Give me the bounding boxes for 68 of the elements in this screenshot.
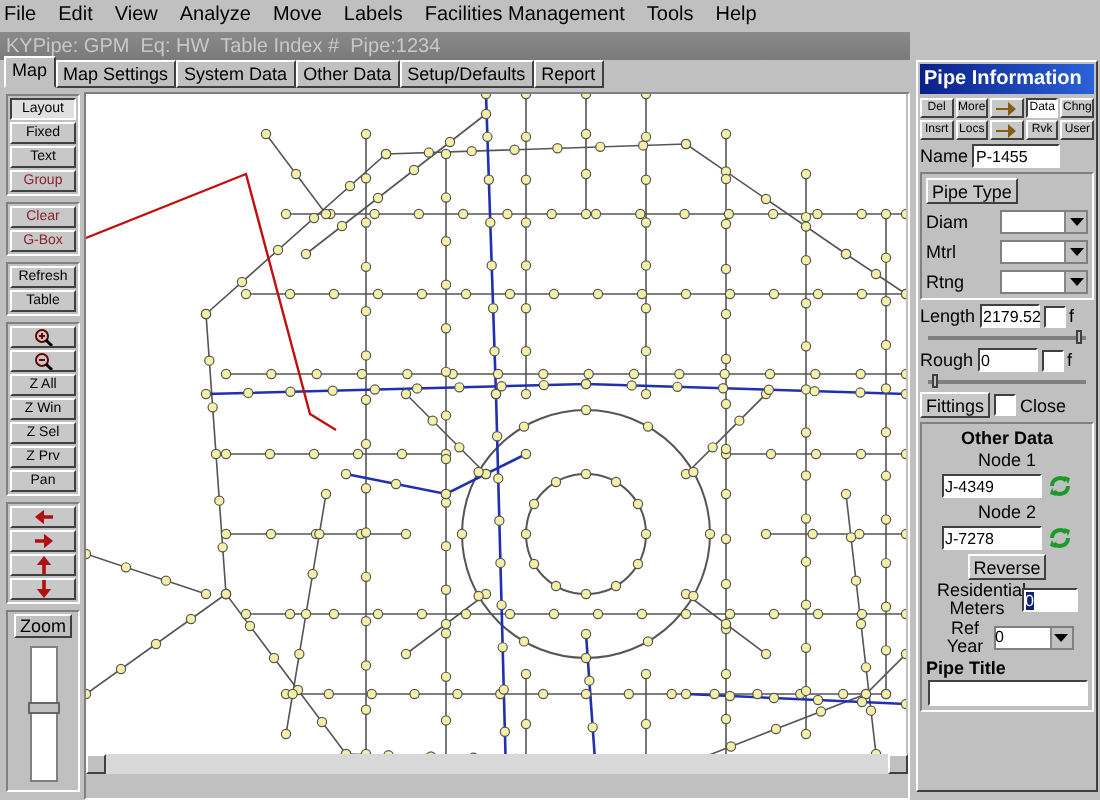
input-field[interactable]: 2179.52 xyxy=(979,304,1040,328)
toolbar-button[interactable] xyxy=(10,554,76,576)
tab[interactable]: Map xyxy=(4,56,56,88)
dropdown-field[interactable] xyxy=(1000,240,1088,264)
node-field[interactable]: J-4349 xyxy=(941,474,1041,498)
zoom-slider[interactable] xyxy=(29,646,57,782)
dropdown-arrow-icon xyxy=(1069,278,1083,286)
checkbox[interactable] xyxy=(994,394,1017,416)
window-title: KYPipe: GPM Eq: HW Table Index # Pipe:1234 xyxy=(0,32,910,60)
field-label: Rough xyxy=(920,350,974,370)
pipe-title-field[interactable] xyxy=(927,680,1087,706)
panel-button[interactable] xyxy=(990,98,1024,118)
ref-year-dropdown[interactable]: 0 xyxy=(993,626,1073,650)
horizontal-scrollbar[interactable] xyxy=(86,754,908,774)
toolbar-button[interactable] xyxy=(10,350,76,372)
menu-item[interactable]: Edit xyxy=(58,3,93,25)
toolbar-button[interactable] xyxy=(10,530,76,552)
node-label: Node 2 xyxy=(977,502,1037,522)
ref-year-label: Ref Year xyxy=(944,620,986,656)
unit-label: f xyxy=(1069,306,1075,326)
zoom-out-icon xyxy=(33,352,53,370)
checkbox[interactable] xyxy=(1043,305,1066,327)
dropdown-arrow-icon xyxy=(1069,218,1083,226)
menu-item[interactable]: View xyxy=(114,3,158,25)
slider-thumb[interactable] xyxy=(932,374,939,388)
panel-button[interactable] xyxy=(990,120,1024,140)
section-title: Other Data xyxy=(960,428,1053,448)
toolbar-button[interactable] xyxy=(10,506,76,528)
fittings-button[interactable]: Fittings xyxy=(920,392,991,418)
input-field[interactable]: 0 xyxy=(977,348,1038,372)
toolbar-button[interactable] xyxy=(10,578,76,600)
dropdown-label: Rtng xyxy=(926,272,965,292)
meters-field[interactable]: 0 xyxy=(1021,588,1077,612)
slider-thumb[interactable] xyxy=(1075,330,1082,344)
unit-label: f xyxy=(1067,350,1073,370)
dropdown-field[interactable] xyxy=(1000,270,1088,294)
menu-item[interactable]: Help xyxy=(715,3,757,25)
node-field[interactable]: J-7278 xyxy=(941,526,1041,550)
menu-item[interactable]: Facilities Management xyxy=(424,3,625,25)
toolbar-button[interactable] xyxy=(10,326,76,348)
zoom-label: Zoom xyxy=(13,614,72,638)
slider-thumb[interactable] xyxy=(27,701,59,714)
zoom-in-icon xyxy=(33,328,53,346)
checkbox[interactable] xyxy=(1041,349,1064,371)
pipe-type-button[interactable]: Pipe Type xyxy=(926,178,1018,204)
dropdown-arrow-icon xyxy=(1069,248,1083,256)
name-field[interactable]: P-1455 xyxy=(972,144,1061,168)
checkbox-label: Close xyxy=(1020,395,1067,415)
dropdown-label: Diam xyxy=(926,212,969,232)
panel-title: Pipe Information xyxy=(920,64,1094,94)
menu-item[interactable]: Labels xyxy=(343,3,403,25)
tab[interactable]: Report xyxy=(533,60,604,88)
dropdown-arrow-icon xyxy=(1054,634,1068,642)
tab[interactable]: Map Settings xyxy=(55,60,177,88)
node-label: Node 1 xyxy=(977,450,1037,470)
menu-item[interactable]: File xyxy=(4,3,37,25)
dropdown-field[interactable] xyxy=(1000,210,1088,234)
menu-item[interactable]: Tools xyxy=(646,3,694,25)
dropdown-label: Mtrl xyxy=(926,242,956,262)
menu-item[interactable]: Move xyxy=(272,3,322,25)
menu-item[interactable]: Analyze xyxy=(179,3,251,25)
field-label: Length xyxy=(920,306,976,326)
reverse-button[interactable]: Reverse xyxy=(967,554,1047,580)
tab[interactable]: Setup/Defaults xyxy=(399,60,534,88)
tab[interactable]: System Data xyxy=(176,60,296,88)
pipe-title-label: Pipe Title xyxy=(926,658,1006,678)
name-label: Name xyxy=(920,146,969,166)
tab[interactable]: Other Data xyxy=(295,60,400,88)
